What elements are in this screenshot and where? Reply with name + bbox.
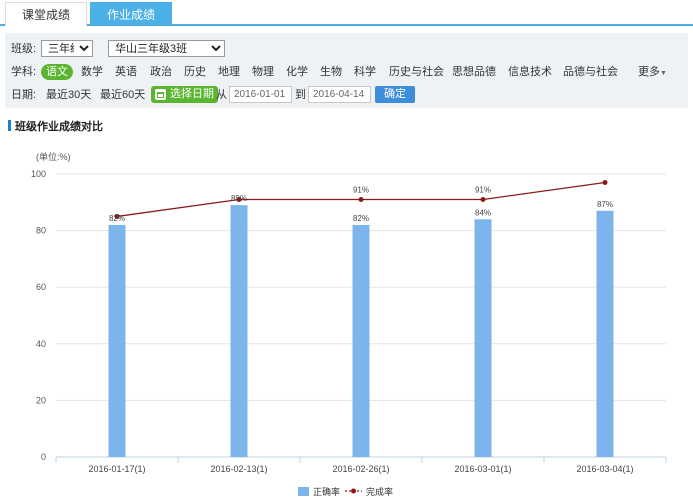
y-tick-label: 40: [36, 339, 46, 349]
caret-down-icon: ▼: [660, 70, 667, 77]
class-row: 班级: 三年级 华山三年级3班: [11, 39, 681, 59]
bar-correct-rate: [230, 205, 248, 457]
line-point-completion-rate: [480, 196, 486, 202]
subject-morality-society[interactable]: 品德与社会: [563, 62, 618, 82]
section-accent-bar: [8, 120, 11, 131]
subject-row: 学科: 语文 数学 英语 政治 历史 地理 物理 化学 生物 科学 历史与社会 …: [11, 62, 681, 82]
x-tick-label: 2016-01-17(1): [88, 464, 145, 474]
legend-line-label: 完成率: [366, 486, 393, 497]
y-tick-label: 20: [36, 395, 46, 405]
calendar-icon: [155, 89, 166, 100]
bar-correct-rate: [352, 224, 370, 457]
grade-select[interactable]: 三年级: [41, 40, 93, 57]
last-30-days-button[interactable]: 最近30天: [46, 85, 91, 105]
date-row: 日期: 最近30天 最近60天 选择日期 从 到 确定: [11, 85, 681, 105]
x-tick-label: 2016-02-26(1): [332, 464, 389, 474]
pick-date-button[interactable]: 选择日期: [151, 86, 218, 103]
bar-data-label: 82%: [109, 214, 125, 223]
y-tick-label: 100: [31, 169, 46, 179]
subject-geography[interactable]: 地理: [218, 62, 240, 82]
end-date-input[interactable]: [308, 86, 371, 103]
legend-bar-swatch: [298, 487, 309, 496]
bar-correct-rate: [596, 210, 614, 457]
subject-math[interactable]: 数学: [81, 62, 103, 82]
line-point-completion-rate: [602, 179, 608, 185]
line-point-completion-rate: [358, 196, 364, 202]
date-label: 日期:: [11, 89, 37, 101]
bar-correct-rate: [108, 224, 126, 457]
subject-physics[interactable]: 物理: [252, 62, 274, 82]
subject-biology[interactable]: 生物: [320, 62, 342, 82]
subject-chemistry[interactable]: 化学: [286, 62, 308, 82]
legend-line-marker: [351, 488, 356, 494]
y-tick-label: 0: [41, 452, 46, 462]
line-data-label: 91%: [353, 185, 369, 194]
more-subjects-button[interactable]: 更多▼: [638, 62, 667, 82]
class-label: 班级:: [11, 43, 37, 55]
unit-label: (单位:%): [36, 151, 71, 162]
homework-comparison-chart: (单位:%) 0 20 40 60 80 100 2016-01-17(1) 2016-02-1…: [31, 151, 667, 497]
y-tick-label: 80: [36, 226, 46, 236]
subject-politics[interactable]: 政治: [150, 62, 172, 82]
x-tick-label: 2016-03-04(1): [576, 464, 633, 474]
class-select[interactable]: 华山三年级3班: [108, 40, 225, 57]
subject-chinese[interactable]: 语文: [41, 64, 73, 80]
bar-data-label: 87%: [597, 200, 613, 209]
tab-class-scores[interactable]: 课堂成绩: [5, 2, 87, 26]
last-60-days-button[interactable]: 最近60天: [100, 85, 145, 105]
tab-bar: 课堂成绩 作业成绩: [0, 0, 693, 26]
subject-ideology-morality[interactable]: 思想品德: [452, 62, 496, 82]
x-tick-label: 2016-03-01(1): [454, 464, 511, 474]
filter-panel: 班级: 三年级 华山三年级3班 学科: 语文 数学 英语 政治 历史 地理 物理…: [5, 33, 688, 108]
confirm-button[interactable]: 确定: [375, 86, 415, 103]
legend-bar-label: 正确率: [313, 486, 340, 497]
subject-science[interactable]: 科学: [354, 62, 376, 82]
subject-it[interactable]: 信息技术: [508, 62, 552, 82]
line-data-label: 91%: [475, 185, 491, 194]
subject-label: 学科:: [11, 66, 37, 78]
subject-history[interactable]: 历史: [184, 62, 206, 82]
x-tick-label: 2016-02-13(1): [210, 464, 267, 474]
subject-english[interactable]: 英语: [115, 62, 137, 82]
section-title: 班级作业成绩对比: [15, 121, 103, 133]
start-date-input[interactable]: [229, 86, 292, 103]
bar-data-label: 82%: [353, 214, 369, 223]
subject-history-society[interactable]: 历史与社会: [389, 62, 444, 82]
y-tick-label: 60: [36, 282, 46, 292]
bar-data-label: 89%: [231, 194, 247, 203]
bar-correct-rate: [474, 219, 492, 457]
to-label: 到: [295, 89, 306, 101]
bar-data-label: 84%: [475, 208, 491, 217]
from-label: 从: [216, 89, 227, 101]
tab-homework-scores[interactable]: 作业成绩: [90, 2, 172, 26]
